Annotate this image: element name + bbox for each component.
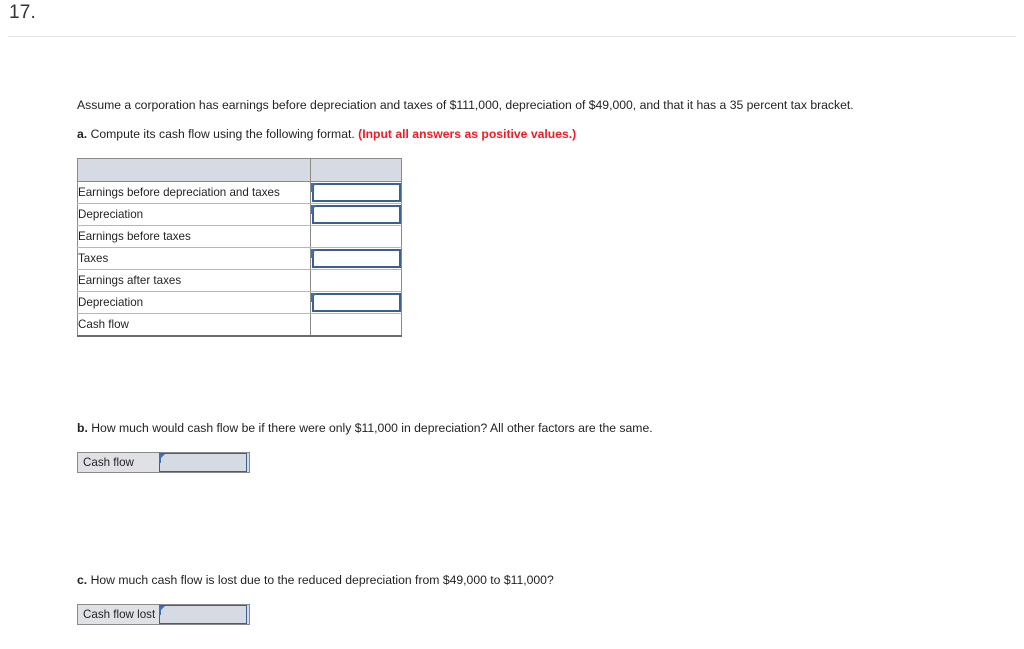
table-row: Taxes xyxy=(77,247,402,270)
row-label-earnings-before-depreciation-and-taxes: Earnings before depreciation and taxes xyxy=(77,181,311,204)
row-label-earnings-after-taxes: Earnings after taxes xyxy=(77,269,311,292)
row-value-cell-earnings-before-depreciation-and-taxes[interactable] xyxy=(310,181,402,204)
row-label-earnings-before-taxes: Earnings before taxes xyxy=(77,225,311,248)
row-value-cell-depreciation-2[interactable] xyxy=(310,291,402,314)
part-a-prompt: a. Compute its cash flow using the follo… xyxy=(77,127,977,142)
part-c-field-label: Cash flow lost xyxy=(78,605,159,624)
row-label-taxes: Taxes xyxy=(77,247,311,270)
question-header-bar: 17. xyxy=(0,0,1024,37)
part-c-label: c. xyxy=(77,573,88,587)
part-c-field-cell[interactable] xyxy=(159,605,247,624)
row-value-cell-earnings-after-taxes xyxy=(310,269,402,292)
part-a-label: a. xyxy=(77,127,88,141)
part-b-field-cell[interactable] xyxy=(159,453,247,472)
input-depreciation-2[interactable] xyxy=(311,293,401,312)
input-earnings-before-depreciation-and-taxes[interactable] xyxy=(311,183,401,202)
table-row: Depreciation xyxy=(77,203,402,226)
table-header-cell-value xyxy=(310,158,402,182)
cash-flow-table-body: Earnings before depreciation and taxes D… xyxy=(77,158,402,337)
header-divider xyxy=(8,36,1016,37)
part-b-answer-box: Cash flow xyxy=(77,452,250,473)
part-a-hint: (Input all answers as positive values.) xyxy=(358,127,577,141)
row-value-cell-earnings-before-taxes xyxy=(310,225,402,248)
part-a-text: Compute its cash flow using the followin… xyxy=(90,127,355,141)
row-label-depreciation-1: Depreciation xyxy=(77,203,311,226)
part-c-text: How much cash flow is lost due to the re… xyxy=(90,573,554,587)
input-cash-flow-lost-c[interactable] xyxy=(159,605,247,624)
input-cash-flow-b[interactable] xyxy=(159,453,247,472)
part-b-prompt: b. How much would cash flow be if there … xyxy=(77,421,977,436)
question-content: Assume a corporation has earnings before… xyxy=(77,98,977,625)
row-value-cell-depreciation-1[interactable] xyxy=(310,203,402,226)
table-row: Cash flow xyxy=(77,313,402,337)
table-row: Earnings before taxes xyxy=(77,225,402,248)
part-c-prompt: c. How much cash flow is lost due to the… xyxy=(77,573,977,588)
part-b-field-label: Cash flow xyxy=(78,453,159,472)
table-header-row xyxy=(77,158,402,182)
table-row: Depreciation xyxy=(77,291,402,314)
row-label-cash-flow: Cash flow xyxy=(77,313,311,337)
part-b-text: How much would cash flow be if there wer… xyxy=(91,421,653,435)
input-taxes[interactable] xyxy=(311,249,401,268)
row-value-cell-taxes[interactable] xyxy=(310,247,402,270)
input-depreciation-1[interactable] xyxy=(311,205,401,224)
question-number: 17. xyxy=(9,2,37,23)
table-header-cell-label xyxy=(77,158,311,182)
table-row: Earnings before depreciation and taxes xyxy=(77,181,402,204)
row-value-cell-cash-flow xyxy=(310,313,402,337)
table-row: Earnings after taxes xyxy=(77,269,402,292)
cash-flow-table: Earnings before depreciation and taxes D… xyxy=(77,158,402,337)
problem-statement: Assume a corporation has earnings before… xyxy=(77,98,854,112)
row-label-depreciation-2: Depreciation xyxy=(77,291,311,314)
part-b-label: b. xyxy=(77,421,88,435)
part-c-answer-box: Cash flow lost xyxy=(77,604,250,625)
